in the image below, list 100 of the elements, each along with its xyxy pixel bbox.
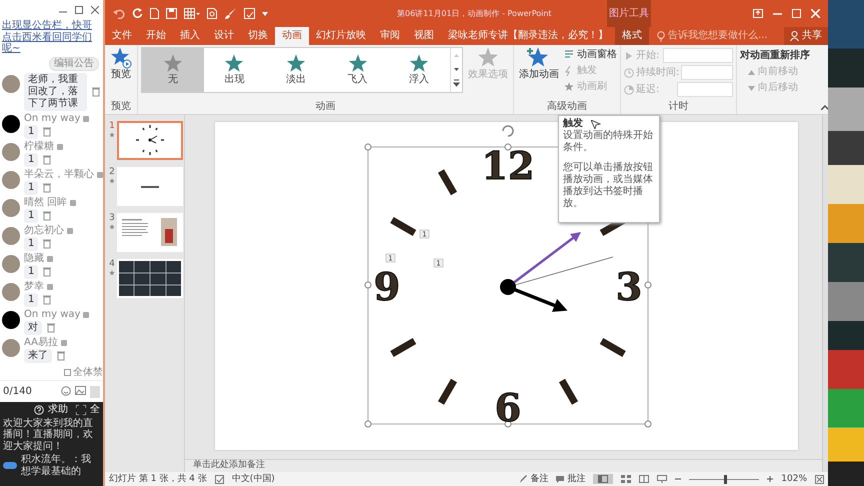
ribbon-command[interactable]: 动画窗格 bbox=[564, 47, 617, 63]
field-label: 延迟: bbox=[636, 84, 660, 96]
tick-mark bbox=[558, 378, 578, 405]
scrollbar[interactable] bbox=[822, 115, 828, 472]
group-label: 计时 bbox=[668, 101, 690, 114]
normal-view-icon[interactable] bbox=[593, 474, 614, 484]
tick-mark bbox=[438, 169, 458, 196]
caret-icon[interactable] bbox=[262, 12, 268, 16]
reorder-command: 向后移动 bbox=[740, 80, 810, 96]
ribbon-command: 触发 bbox=[564, 63, 617, 79]
ribbon-tab[interactable]: 梁咏老师专讲【翻录违法，必究！】 bbox=[441, 27, 615, 45]
add-animation-button[interactable]: 添加动画 bbox=[517, 47, 561, 101]
clock-numeral: 9 bbox=[374, 264, 400, 309]
char-counter: 0/140 bbox=[3, 386, 32, 398]
emoji-icon[interactable] bbox=[61, 386, 71, 396]
message-bubble: 1 bbox=[24, 124, 38, 138]
tick-mark bbox=[390, 216, 416, 236]
help-button[interactable]: 求助 bbox=[34, 404, 68, 416]
zoom-out-icon[interactable] bbox=[675, 476, 682, 482]
checkbox-icon[interactable] bbox=[64, 369, 71, 376]
new-file-icon[interactable] bbox=[150, 8, 159, 19]
slide-thumbnail[interactable] bbox=[117, 167, 183, 206]
trash-icon[interactable] bbox=[42, 266, 52, 277]
maximize-icon[interactable] bbox=[75, 6, 83, 14]
message-bubble: 1 bbox=[24, 180, 38, 194]
rotate-handle-icon[interactable] bbox=[502, 125, 514, 137]
expand-icon bbox=[76, 404, 86, 415]
context-tab-header: 图片工具 bbox=[607, 0, 651, 27]
slide-sorter-icon[interactable] bbox=[621, 475, 632, 483]
close-icon[interactable] bbox=[91, 6, 99, 14]
fullscreen-button[interactable]: 全 bbox=[76, 404, 100, 416]
ribbon-tab[interactable]: 切换 bbox=[241, 27, 275, 45]
slideshow-icon[interactable] bbox=[657, 475, 668, 483]
trash-icon[interactable] bbox=[42, 294, 52, 305]
star-icon bbox=[224, 54, 244, 74]
refresh-icon[interactable] bbox=[132, 8, 143, 19]
group-label: 高级动画 bbox=[546, 101, 588, 114]
trash-icon[interactable] bbox=[42, 126, 52, 137]
slide-thumbnail[interactable] bbox=[117, 213, 183, 252]
zoom-percent[interactable]: 102% bbox=[781, 474, 807, 484]
clock-numeral: 6 bbox=[494, 385, 522, 430]
tag-icon bbox=[83, 116, 90, 122]
tooltip-title: 触发 bbox=[563, 118, 583, 130]
tick-mark bbox=[438, 378, 458, 405]
down-caret-icon bbox=[748, 86, 755, 90]
share-button[interactable]: 共享 bbox=[784, 27, 828, 45]
ribbon-tab[interactable]: 视图 bbox=[407, 27, 441, 45]
ribbon-tab[interactable]: 幻灯片放映 bbox=[309, 27, 373, 45]
slide-number: 1 bbox=[109, 121, 115, 132]
save-as-icon[interactable] bbox=[244, 8, 255, 19]
window-title: 第06讲11月01日，动画制作 - PowerPoint bbox=[396, 8, 553, 18]
notes-field[interactable]: 单击此处添加备注 bbox=[185, 459, 822, 472]
slide-thumbnail[interactable] bbox=[117, 121, 183, 160]
language-label[interactable]: 中文(中国) bbox=[232, 474, 275, 484]
save-icon[interactable] bbox=[166, 8, 177, 19]
reading-view-icon[interactable] bbox=[639, 475, 650, 483]
trash-icon[interactable] bbox=[42, 210, 52, 221]
preview-button[interactable]: 预览 bbox=[108, 47, 134, 101]
trash-icon[interactable] bbox=[42, 154, 52, 165]
ribbon-tab[interactable]: 插入 bbox=[173, 27, 207, 45]
notes-icon bbox=[520, 475, 528, 483]
reorder-title: 对动画重新排序 bbox=[740, 48, 810, 62]
notes-button[interactable]: 备注 bbox=[520, 471, 548, 486]
user-name: 晴然 回眸 bbox=[24, 196, 68, 208]
tag-icon bbox=[67, 228, 73, 234]
welcome-message: 欢迎大家来到我的直播间！直播期间，欢迎大家提问！ bbox=[3, 418, 94, 452]
trash-icon[interactable] bbox=[56, 350, 66, 361]
announcement-link[interactable]: 出现显公告栏，快哥点击西米看回同学们呢~ bbox=[0, 20, 103, 54]
trash-icon[interactable] bbox=[42, 182, 52, 193]
ribbon-options-icon[interactable] bbox=[753, 9, 763, 18]
trash-icon[interactable] bbox=[46, 322, 56, 333]
zoom-in-icon[interactable] bbox=[767, 476, 774, 482]
image-icon[interactable] bbox=[75, 386, 86, 394]
user-name: On my way bbox=[24, 112, 80, 124]
avatar bbox=[2, 282, 20, 300]
ribbon-tab[interactable]: 动画 bbox=[275, 27, 309, 45]
spelling-icon[interactable] bbox=[214, 474, 224, 484]
trash-icon[interactable] bbox=[42, 238, 52, 249]
ribbon-tab[interactable]: 格式 bbox=[615, 27, 649, 45]
group-label: 预览 bbox=[110, 101, 132, 114]
reorder-command: 向前移动 bbox=[740, 64, 810, 80]
table-icon[interactable] bbox=[184, 8, 200, 19]
user-name: 隐藏 bbox=[24, 252, 44, 264]
print-preview-icon[interactable] bbox=[207, 8, 218, 19]
ribbon-tab[interactable]: 审阅 bbox=[373, 27, 407, 45]
brush-icon[interactable] bbox=[225, 8, 237, 19]
collapse-ribbon-icon[interactable] bbox=[821, 105, 829, 110]
comments-button[interactable]: 批注 bbox=[556, 471, 586, 486]
animation-gallery-item[interactable]: 无 bbox=[142, 48, 204, 92]
undo-icon[interactable] bbox=[113, 8, 125, 19]
trash-icon[interactable] bbox=[91, 86, 101, 97]
avatar bbox=[2, 114, 20, 132]
ribbon-tab[interactable]: 开始 bbox=[139, 27, 173, 45]
ribbon-tab[interactable]: 设计 bbox=[207, 27, 241, 45]
message-bubble: 1 bbox=[24, 264, 38, 278]
fit-slide-icon[interactable] bbox=[815, 474, 824, 484]
ribbon-tab[interactable]: 文件 bbox=[105, 27, 139, 45]
slide-thumbnail[interactable] bbox=[117, 259, 183, 298]
animation-star-icon bbox=[109, 132, 115, 138]
message-bubble: 1 bbox=[24, 152, 38, 166]
